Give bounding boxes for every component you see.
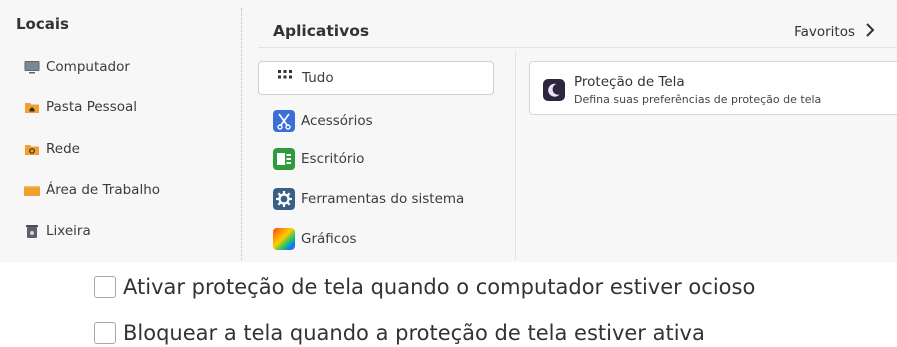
office-icon [273,148,295,170]
trash-icon [24,223,40,239]
place-label: Computador [46,59,130,75]
place-label: Rede [46,141,80,157]
places-title: Locais [16,15,69,33]
category-label: Escritório [301,151,365,167]
column-divider [241,8,242,260]
activate-screensaver-row[interactable]: Ativar proteção de tela quando o computa… [94,275,755,299]
place-label: Pasta Pessoal [46,99,138,115]
accessories-icon [273,110,295,132]
category-ferramentas-do-sistema[interactable]: Ferramentas do sistema [258,182,494,216]
favorites-button[interactable]: Favoritos [794,22,875,42]
places-panel: Locais Computador Pasta Pessoal Rede Áre… [0,0,240,262]
favorites-label: Favoritos [794,24,855,40]
application-menu: Locais Computador Pasta Pessoal Rede Áre… [0,0,897,262]
activate-screensaver-label: Ativar proteção de tela quando o computa… [123,275,756,299]
system-tools-icon [273,188,295,210]
category-divider [515,50,516,260]
category-acessorios[interactable]: Acessórios [258,104,494,138]
moon-screensaver-icon [543,79,565,101]
place-label: Área de Trabalho [46,182,161,198]
network-folder-icon [24,141,40,157]
desktop-folder-icon [24,182,40,198]
category-label: Ferramentas do sistema [301,191,465,207]
place-pasta-pessoal[interactable]: Pasta Pessoal [24,95,137,119]
lock-screen-row[interactable]: Bloquear a tela quando a proteção de tel… [94,321,705,345]
lock-screen-checkbox[interactable] [94,322,116,344]
category-escritorio[interactable]: Escritório [258,142,494,176]
applications-title: Aplicativos [273,22,370,40]
home-folder-icon [24,99,40,115]
app-item-protecao-de-tela[interactable]: Proteção de Tela Defina suas preferência… [529,61,897,115]
chevron-right-icon [865,22,875,42]
computer-icon [24,59,40,75]
lock-screen-label: Bloquear a tela quando a proteção de tel… [123,321,705,345]
graphics-icon [273,228,295,250]
place-lixeira[interactable]: Lixeira [24,219,91,243]
category-label: Gráficos [301,231,357,247]
app-description: Defina suas preferências de proteção de … [574,93,822,106]
place-area-de-trabalho[interactable]: Área de Trabalho [24,178,160,202]
place-rede[interactable]: Rede [24,137,80,161]
activate-screensaver-checkbox[interactable] [94,276,116,298]
category-label: Tudo [302,70,334,86]
category-graficos[interactable]: Gráficos [258,222,494,256]
category-label: Acessórios [301,113,373,129]
place-label: Lixeira [46,223,91,239]
place-computador[interactable]: Computador [24,55,130,79]
app-name: Proteção de Tela [574,74,685,90]
category-tudo[interactable]: Tudo [258,61,494,95]
grid-icon [274,67,296,89]
header-divider [258,47,897,48]
